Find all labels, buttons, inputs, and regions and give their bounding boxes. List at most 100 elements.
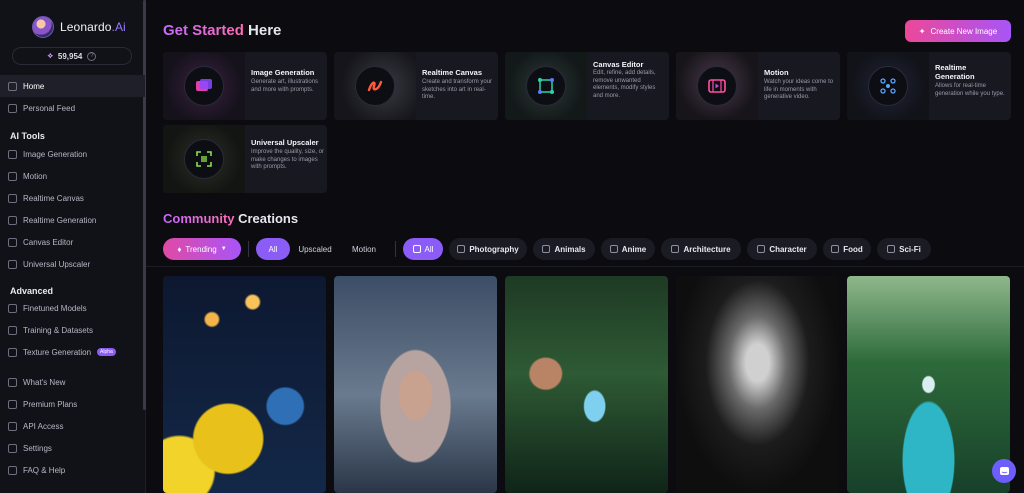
realtime-generation-icon bbox=[868, 66, 908, 106]
tool-description: Allows for real-time generation while yo… bbox=[935, 83, 1005, 97]
editor-icon bbox=[8, 237, 17, 247]
sidebar-item-motion[interactable]: Motion bbox=[0, 165, 145, 187]
tool-title: Canvas Editor bbox=[593, 60, 644, 69]
motion-icon bbox=[697, 66, 737, 106]
sidebar-item-image-generation[interactable]: Image Generation bbox=[0, 143, 145, 165]
user-avatar[interactable] bbox=[32, 16, 54, 38]
chevron-down-icon: ▼ bbox=[220, 246, 227, 252]
category-filter-anime[interactable]: Anime bbox=[601, 238, 655, 260]
app-root: Leonardo.Ai ⟡ 59,954 ? Home Personal Fee… bbox=[0, 0, 1024, 493]
category-filter-all[interactable]: All bbox=[403, 238, 443, 260]
tool-card-image-generation[interactable]: Image Generation Generate art, illustrat… bbox=[163, 52, 327, 120]
sidebar-item-whats-new[interactable]: What's New bbox=[0, 371, 145, 393]
flame-icon: ♦ bbox=[177, 244, 182, 254]
sidebar: Leonardo.Ai ⟡ 59,954 ? Home Personal Fee… bbox=[0, 0, 146, 493]
chat-support-button[interactable] bbox=[992, 459, 1016, 483]
gallery-image-cave-waterfall[interactable] bbox=[676, 276, 839, 493]
image-icon bbox=[8, 149, 17, 159]
tool-description: Watch your ideas come to life in moments… bbox=[764, 79, 834, 101]
brand-logo[interactable]: Leonardo.Ai bbox=[32, 16, 126, 38]
section-divider bbox=[146, 266, 1024, 267]
gallery-image-jungle-waterfall[interactable] bbox=[847, 276, 1010, 493]
building-icon bbox=[671, 245, 680, 253]
api-icon bbox=[8, 421, 17, 431]
category-filter-sci-fi[interactable]: Sci-Fi bbox=[877, 238, 931, 260]
category-filter-architecture[interactable]: Architecture bbox=[661, 238, 741, 260]
home-icon bbox=[8, 81, 17, 91]
category-filter-character[interactable]: Character bbox=[747, 238, 817, 260]
tool-description: Create and transform your sketches into … bbox=[422, 79, 493, 101]
category-filter-food[interactable]: Food bbox=[823, 238, 871, 260]
realtime-canvas-icon bbox=[355, 66, 395, 106]
tool-description: Generate art, illustrations and more wit… bbox=[251, 79, 319, 93]
tool-card-motion[interactable]: Motion Watch your ideas come to life in … bbox=[676, 52, 840, 120]
token-balance[interactable]: ⟡ 59,954 ? bbox=[12, 47, 132, 65]
sidebar-item-realtime-canvas[interactable]: Realtime Canvas bbox=[0, 187, 145, 209]
tool-card-realtime-generation[interactable]: Realtime Generation Allows for real-time… bbox=[847, 52, 1011, 120]
sidebar-item-settings[interactable]: Settings bbox=[0, 437, 145, 459]
alpha-badge: Alpha bbox=[97, 348, 116, 356]
sidebar-item-api-access[interactable]: API Access bbox=[0, 415, 145, 437]
gallery-image-lemon-bottle[interactable] bbox=[163, 276, 326, 493]
universal-upscaler-icon bbox=[184, 139, 224, 179]
create-new-image-button[interactable]: ✦ Create New Image bbox=[905, 20, 1011, 42]
category-filter-photography[interactable]: Photography bbox=[449, 238, 527, 260]
main-content: Get Started Here ✦ Create New Image Imag… bbox=[146, 0, 1024, 493]
premium-icon bbox=[8, 399, 17, 409]
sidebar-item-faq-help[interactable]: FAQ & Help bbox=[0, 459, 145, 481]
gallery-image-anime-girl[interactable] bbox=[334, 276, 497, 493]
page-title: Get Started Here bbox=[163, 22, 282, 39]
camera-icon bbox=[457, 245, 466, 253]
sidebar-item-training-datasets[interactable]: Training & Datasets bbox=[0, 319, 145, 341]
person-icon bbox=[757, 245, 766, 253]
tool-title: Realtime Generation bbox=[935, 63, 975, 81]
gallery-image-water-bottle-jungle[interactable] bbox=[505, 276, 668, 493]
tool-title: Image Generation bbox=[251, 68, 315, 77]
category-filter-animals[interactable]: Animals bbox=[533, 238, 595, 260]
sidebar-item-texture-generation[interactable]: Texture Generation Alpha bbox=[0, 341, 145, 363]
grid-icon bbox=[412, 245, 421, 253]
section-advanced: Advanced bbox=[10, 286, 54, 296]
tool-card-universal-upscaler[interactable]: Universal Upscaler Improve the quality, … bbox=[163, 125, 327, 193]
sidebar-item-universal-upscaler[interactable]: Universal Upscaler bbox=[0, 253, 145, 275]
sidebar-item-home[interactable]: Home bbox=[0, 75, 145, 97]
type-filter-upscaled[interactable]: Upscaled bbox=[292, 238, 338, 260]
tool-card-realtime-canvas[interactable]: Realtime Canvas Create and transform you… bbox=[334, 52, 498, 120]
tool-title: Motion bbox=[764, 68, 789, 77]
sidebar-item-personal-feed[interactable]: Personal Feed bbox=[0, 97, 145, 119]
tool-description: Edit, refine, add details, remove unwant… bbox=[593, 70, 656, 99]
food-icon bbox=[831, 245, 840, 253]
tool-title: Universal Upscaler bbox=[251, 138, 319, 147]
token-count: 59,954 bbox=[57, 51, 83, 61]
sort-dropdown[interactable]: ♦ Trending ▼ bbox=[163, 238, 241, 260]
filter-divider bbox=[248, 241, 249, 257]
brand-name: Leonardo.Ai bbox=[60, 20, 126, 34]
sidebar-item-realtime-generation[interactable]: Realtime Generation bbox=[0, 209, 145, 231]
sparkle-icon bbox=[8, 377, 17, 387]
section-ai-tools: AI Tools bbox=[10, 131, 45, 141]
tool-card-canvas-editor[interactable]: Canvas Editor Edit, refine, add details,… bbox=[505, 52, 669, 120]
sidebar-item-finetuned-models[interactable]: Finetuned Models bbox=[0, 297, 145, 319]
filter-divider bbox=[395, 241, 396, 257]
help-icon[interactable]: ? bbox=[87, 51, 97, 61]
feed-icon bbox=[8, 103, 17, 113]
community-title: Community Creations bbox=[163, 211, 299, 226]
canvas-editor-icon bbox=[526, 66, 566, 106]
type-filter-motion[interactable]: Motion bbox=[342, 238, 386, 260]
sparkle-icon: ✦ bbox=[918, 26, 926, 36]
type-filter-all[interactable]: All bbox=[256, 238, 290, 260]
token-icon: ⟡ bbox=[47, 51, 53, 60]
sidebar-item-premium-plans[interactable]: Premium Plans bbox=[0, 393, 145, 415]
help-icon bbox=[8, 465, 17, 475]
tool-title: Realtime Canvas bbox=[422, 68, 483, 77]
realtime-icon bbox=[8, 215, 17, 225]
paw-icon bbox=[542, 245, 551, 253]
robot-icon bbox=[887, 245, 896, 253]
settings-icon bbox=[8, 443, 17, 453]
canvas-icon bbox=[8, 193, 17, 203]
sidebar-item-canvas-editor[interactable]: Canvas Editor bbox=[0, 231, 145, 253]
tool-description: Improve the quality, size, or make chang… bbox=[251, 149, 324, 171]
anime-icon bbox=[609, 245, 618, 253]
dataset-icon bbox=[8, 325, 17, 335]
image-generation-icon bbox=[184, 66, 224, 106]
